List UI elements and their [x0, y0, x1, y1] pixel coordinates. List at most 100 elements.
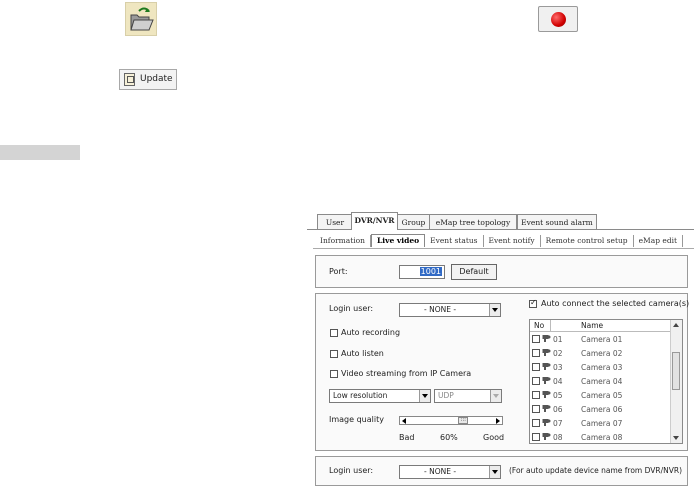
auto-connect-checkbox[interactable] [529, 298, 537, 308]
subtab-event-notify[interactable]: Event notify [484, 235, 541, 247]
subtab-divider [313, 248, 694, 249]
camera-icon [542, 419, 551, 426]
subtab-live-video[interactable]: Live video [371, 234, 426, 247]
camera-row[interactable]: 07 Camera 07 [532, 417, 672, 431]
resolution-select[interactable]: Low resolution [329, 389, 431, 403]
image-quality-label: Image quality [329, 415, 384, 424]
camera-name: Camera 02 [581, 349, 623, 358]
auto-connect-label: Auto connect the selected camera(s) [541, 299, 690, 308]
login-user-value: - NONE - [424, 305, 457, 314]
scroll-thumb[interactable] [672, 352, 680, 390]
camera-checkbox[interactable] [532, 405, 540, 413]
camera-number: 04 [553, 377, 563, 386]
bottom-login-panel: Login user: - NONE - (For auto update de… [315, 456, 688, 486]
login-user-label: Login user: [329, 304, 374, 313]
resolution-value: Low resolution [333, 391, 388, 400]
camera-list-header: No Name [530, 320, 672, 332]
port-input[interactable]: 1001 [399, 265, 445, 279]
header-divider [550, 320, 551, 331]
record-button[interactable] [538, 6, 578, 32]
open-button[interactable] [125, 2, 157, 36]
bottom-login-label: Login user: [329, 466, 374, 475]
scroll-down-icon[interactable] [673, 436, 679, 440]
clipboard-icon [124, 73, 135, 86]
camera-number: 08 [553, 433, 563, 442]
camera-row[interactable]: 08 Camera 08 [532, 431, 672, 443]
image-quality-slider[interactable]: ::: [399, 416, 503, 425]
camera-row[interactable]: 03 Camera 03 [532, 361, 672, 375]
update-button[interactable]: Update [119, 69, 177, 90]
slider-left-arrow-icon[interactable] [402, 418, 406, 424]
auto-listen-checkbox[interactable] [330, 350, 338, 358]
camera-row[interactable]: 06 Camera 06 [532, 403, 672, 417]
tab-emap-tree-topology[interactable]: eMap tree topology [429, 214, 517, 229]
camera-checkbox[interactable] [532, 363, 540, 371]
grey-bar [0, 145, 80, 160]
camera-checkbox[interactable] [532, 433, 540, 441]
bottom-login-select[interactable]: - NONE - [399, 465, 501, 479]
camera-row[interactable]: 01 Camera 01 [532, 333, 672, 347]
tab-group[interactable]: Group [397, 214, 430, 229]
camera-icon [542, 335, 551, 342]
camera-icon [542, 391, 551, 398]
login-user-select[interactable]: - NONE - [399, 303, 501, 317]
camera-list-scrollbar[interactable] [670, 320, 682, 443]
port-panel: Port: 1001 Default [315, 255, 688, 288]
subtab-event-status[interactable]: Event status [425, 235, 484, 247]
camera-row[interactable]: 04 Camera 04 [532, 375, 672, 389]
camera-checkbox[interactable] [532, 391, 540, 399]
camera-row[interactable]: 02 Camera 02 [532, 347, 672, 361]
port-label: Port: [329, 267, 348, 276]
live-video-panel: Login user: - NONE - Auto connect the se… [315, 293, 690, 451]
scroll-up-icon[interactable] [673, 323, 679, 327]
camera-name: Camera 01 [581, 335, 623, 344]
camera-icon [542, 405, 551, 412]
camera-number: 06 [553, 405, 563, 414]
camera-name: Camera 08 [581, 433, 623, 442]
sub-tabs: Information Live video Event status Event n… [315, 234, 684, 248]
tab-user[interactable]: User [317, 214, 353, 229]
chevron-down-icon [419, 390, 430, 402]
camera-checkbox[interactable] [532, 335, 540, 343]
video-streaming-checkbox[interactable] [330, 370, 338, 378]
camera-name: Camera 07 [581, 419, 623, 428]
protocol-select[interactable]: UDP [434, 389, 502, 403]
camera-icon [542, 349, 551, 356]
camera-row[interactable]: 05 Camera 05 [532, 389, 672, 403]
protocol-value: UDP [438, 391, 454, 400]
auto-recording-label: Auto recording [341, 328, 401, 337]
camera-checkbox[interactable] [532, 377, 540, 385]
subtab-remote-control-setup[interactable]: Remote control setup [541, 235, 634, 247]
camera-number: 07 [553, 419, 563, 428]
tab-dvr-nvr[interactable]: DVR/NVR [351, 212, 398, 230]
camera-name: Camera 06 [581, 405, 623, 414]
bottom-login-value: - NONE - [424, 467, 457, 476]
camera-icon [542, 377, 551, 384]
slider-right-arrow-icon[interactable] [496, 418, 500, 424]
camera-name: Camera 03 [581, 363, 623, 372]
update-label: Update [140, 74, 173, 84]
camera-icon [542, 433, 551, 440]
auto-recording-checkbox[interactable] [330, 329, 338, 337]
camera-name: Camera 05 [581, 391, 623, 400]
video-streaming-label: Video streaming from IP Camera [341, 369, 472, 378]
camera-number: 02 [553, 349, 563, 358]
main-tabs: User DVR/NVR Group eMap tree topology Ev… [307, 210, 694, 230]
subtab-information[interactable]: Information [315, 235, 372, 247]
quality-bad-label: Bad [399, 433, 415, 442]
tab-event-sound-alarm[interactable]: Event sound alarm [517, 214, 597, 229]
camera-checkbox[interactable] [532, 419, 540, 427]
default-button[interactable]: Default [451, 264, 497, 280]
subtab-emap-edit[interactable]: eMap edit [634, 235, 684, 247]
camera-list[interactable]: No Name 01 Camera 01 02 Camera 02 03 Camera 0… [529, 319, 683, 444]
camera-icon [542, 363, 551, 370]
settings-dialog: User DVR/NVR Group eMap tree topology Ev… [307, 210, 694, 490]
quality-good-label: Good [483, 433, 505, 442]
header-no: No [534, 321, 545, 330]
quality-value-label: 60% [440, 433, 458, 442]
slider-thumb[interactable]: ::: [458, 417, 469, 424]
chevron-down-icon [489, 304, 500, 316]
camera-name: Camera 04 [581, 377, 623, 386]
camera-checkbox[interactable] [532, 349, 540, 357]
port-value: 1001 [419, 267, 442, 276]
